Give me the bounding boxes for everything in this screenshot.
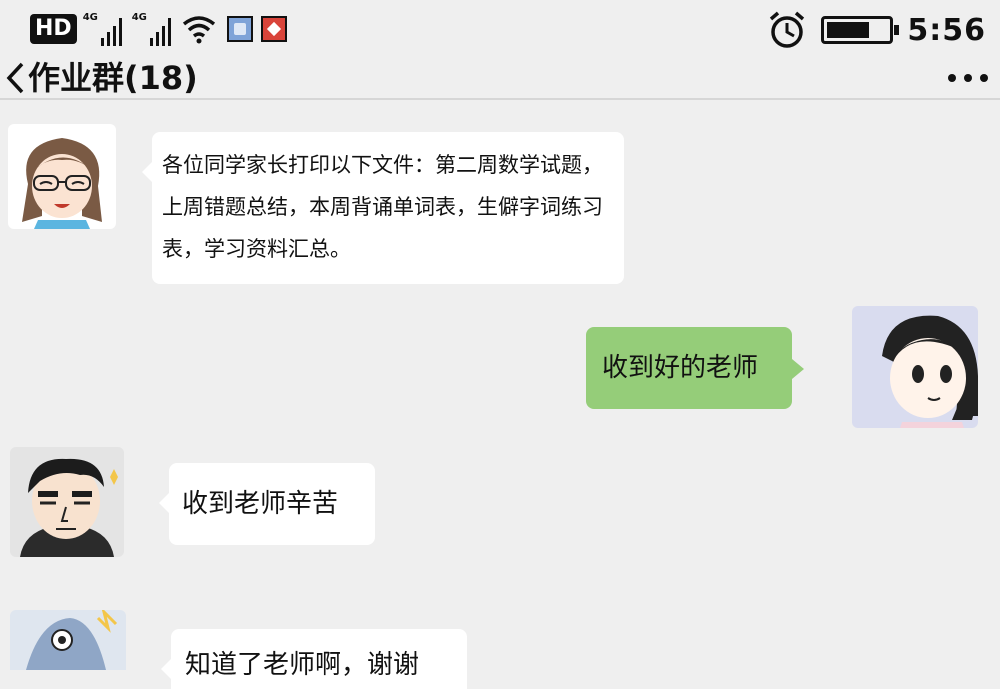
message-text: 收到好的老师 [602,353,759,383]
status-time: 5:56 [907,12,986,48]
message-bubble[interactable]: 收到老师辛苦 [159,463,375,545]
message-bubble[interactable]: 各位同学家长打印以下文件：第二周数学试题，上周错题总结，本周背诵单词表，生僻字词… [142,132,624,284]
message-bubble[interactable]: 知道了老师啊，谢谢 [161,629,467,689]
battery-icon [821,16,900,44]
wifi-icon [182,16,215,44]
chat-title: 作业群(18) [28,59,198,97]
avatar-self[interactable] [852,306,978,428]
message-text: 知道了老师啊，谢谢 [185,650,420,680]
avatar-parent-2[interactable] [10,610,126,670]
more-options-icon[interactable] [948,74,988,82]
message-bubble-outgoing[interactable]: 收到好的老师 [586,327,804,409]
status-bar: HD 4G 4G 5:56 [0,0,1000,58]
chat-header: 作业群(18) [0,58,1000,100]
avatar-teacher[interactable] [8,124,116,229]
back-arrow-icon[interactable] [4,60,26,96]
status-icons-left: HD 4G 4G [30,12,295,46]
message-text: 各位同学家长打印以下文件：第二周数学试题，上周错题总结，本周背诵单词表，生僻字词… [162,153,603,261]
app-notification-icon [260,16,287,42]
signal-icon: 4G [83,12,122,46]
network-type-label: 4G [82,12,98,23]
app-notification-icon [226,16,253,42]
message-text: 收到老师辛苦 [182,489,339,519]
hd-badge: HD [30,14,77,44]
avatar-parent-1[interactable] [10,447,124,557]
network-type-label: 4G [131,12,147,23]
alarm-clock-icon [770,11,805,48]
status-icons-right: 5:56 [767,10,986,50]
signal-icon: 4G [132,12,171,46]
